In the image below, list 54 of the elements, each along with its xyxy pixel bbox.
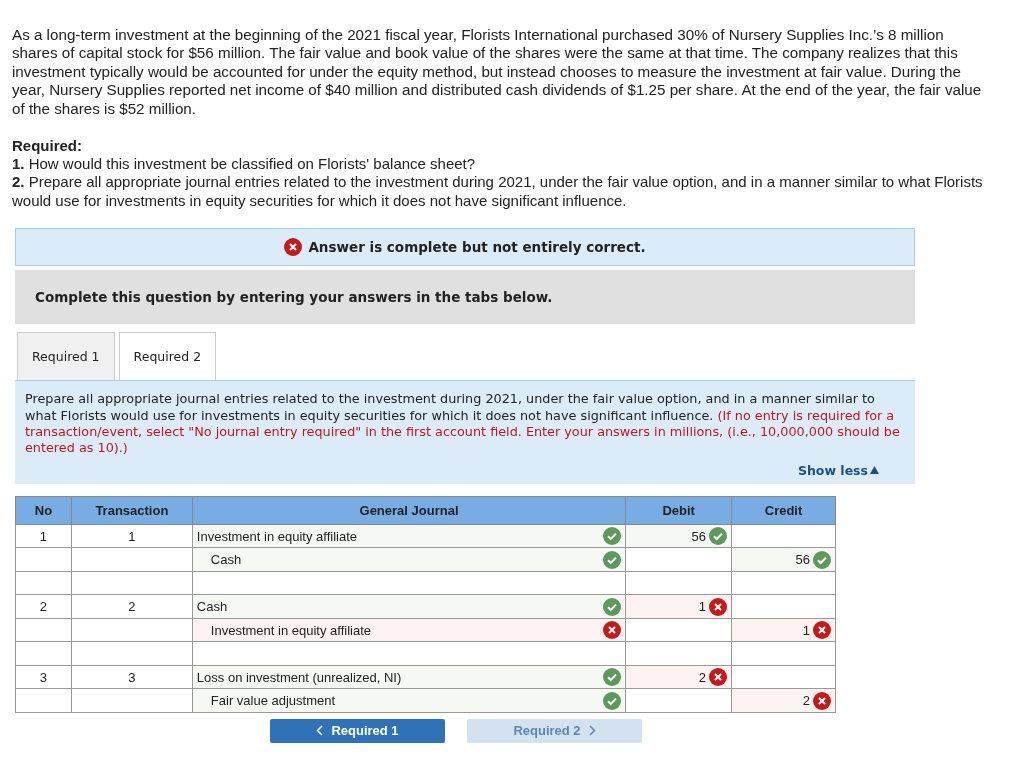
triangle-up-icon (870, 466, 879, 475)
credit-field[interactable] (731, 594, 836, 619)
question-text: As a long-term investment at the beginning of the 2021 fiscal year, Florists International purchased 30% of Nursery Supplies Inc.’s 8 million shares of capital stock for $56 million. The fair value and book value of the shares were the same at that time. The company realizes that this investment typically would be accounted for under the equity method, but instead chooses to measure the investment at fair value. During the year, Nursery Supplies reported net income of $40 million and distributed cash dividends of $1.25 per share. At the end of the year, the fair value of the shares is $52 million. (12, 26, 983, 119)
account-field[interactable] (192, 641, 626, 666)
debit-field[interactable] (625, 688, 732, 713)
table-cell (15, 641, 72, 666)
debit-field[interactable]: 1 (625, 594, 732, 619)
credit-field[interactable] (731, 571, 836, 595)
column-header: Credit (731, 496, 836, 525)
credit-field[interactable] (731, 524, 836, 548)
table-cell (15, 547, 72, 572)
account-field[interactable]: Investment in equity affiliate (192, 524, 626, 548)
column-header: No (15, 496, 72, 525)
instructions-text: Prepare all appropriate journal entries related to the investment during 2021, under the fair value option, and in a manner similar to what Florists would use for investments in equity securities for which it does not have significant influence. (If no entry is required for a transaction/event, select "No journal entry required" in the first account field. Enter your answers in millions, (i.e., 10,000,000 should be entered as 10).) (25, 391, 901, 457)
table-cell: 3 (15, 665, 72, 689)
account-field[interactable]: Investment in equity affiliate (192, 618, 626, 642)
table-cell: 2 (71, 594, 193, 619)
tab[interactable]: Required 2 (118, 332, 217, 381)
account-field[interactable]: Cash (192, 594, 626, 619)
account-field[interactable]: Loss on investment (unrealized, NI) (192, 665, 626, 689)
table-cell (15, 688, 72, 713)
credit-field[interactable] (731, 665, 836, 689)
table-cell (15, 571, 72, 595)
debit-field[interactable] (625, 571, 732, 595)
debit-field[interactable]: 2 (625, 665, 732, 689)
account-field[interactable] (192, 571, 626, 595)
credit-field[interactable]: 56 (731, 547, 836, 572)
required-heading: Required: (12, 136, 83, 156)
debit-field[interactable] (625, 547, 732, 572)
instruction-text: Complete this question by entering your answers in the tabs below. (35, 289, 553, 306)
requirement-text: 1. How would this investment be classified on Florists' balance sheet? (12, 155, 477, 174)
table-cell: 1 (71, 524, 193, 548)
column-header: Transaction (71, 496, 193, 525)
result-message: Answer is complete but not entirely correct. (308, 239, 646, 256)
table-cell: 1 (15, 524, 72, 548)
table-cell: 3 (71, 665, 193, 689)
column-header: General Journal (192, 496, 626, 525)
show-less-link[interactable]: Show less (797, 462, 879, 478)
table-cell (15, 618, 72, 642)
chevron-left-icon (316, 725, 324, 737)
credit-field[interactable] (731, 641, 836, 666)
credit-field[interactable]: 2 (731, 688, 836, 713)
credit-field[interactable]: 1 (731, 618, 836, 642)
account-field[interactable]: Fair value adjustment (192, 688, 626, 713)
debit-field[interactable]: 56 (625, 524, 732, 548)
chevron-right-icon (588, 725, 596, 737)
column-header: Debit (625, 496, 732, 525)
table-cell: 2 (15, 594, 72, 619)
debit-field[interactable] (625, 641, 732, 666)
debit-field[interactable] (625, 618, 732, 642)
previous-button[interactable]: Required 1 (270, 718, 445, 743)
requirement-text: 2. Prepare all appropriate journal entries related to the investment during 2021, under the fair value option, and in a manner similar to what Florists would use for investments in equity securities for which it does not have significant influence. (12, 173, 984, 211)
account-field[interactable]: Cash (192, 547, 626, 572)
tab[interactable]: Required 1 (17, 332, 115, 381)
